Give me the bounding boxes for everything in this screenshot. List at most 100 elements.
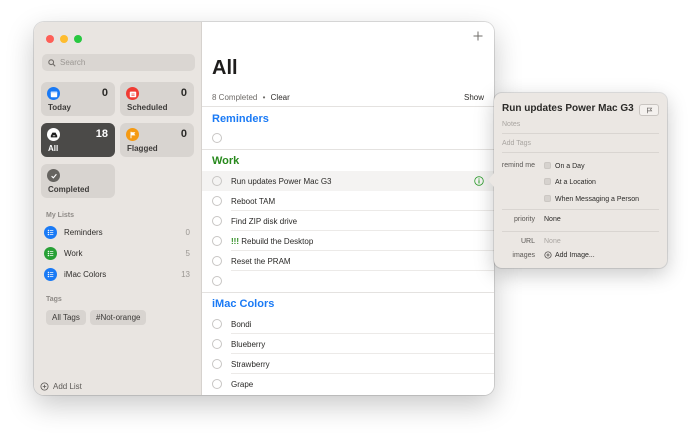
option-label: At a Location [555, 179, 596, 186]
flagged-count: 0 [180, 128, 187, 140]
task-row[interactable]: !!! Rebuild the Desktop [202, 231, 494, 251]
smart-list-flagged[interactable]: 0 Flagged [120, 123, 194, 157]
scheduled-label: Scheduled [127, 103, 168, 112]
list-name: Work [64, 248, 83, 258]
flagged-label: Flagged [127, 144, 158, 153]
flag-icon [126, 128, 139, 141]
clear-button[interactable]: Clear [271, 93, 290, 102]
task-row[interactable]: Blueberry [202, 334, 494, 354]
smart-list-all[interactable]: 18 All [41, 123, 115, 157]
task-title[interactable]: Find ZIP disk drive [231, 217, 297, 226]
checkbox[interactable] [544, 178, 551, 185]
plus-circle-icon [544, 251, 552, 259]
all-label: All [48, 144, 59, 153]
divider [502, 231, 659, 232]
sidebar-item-imac-colors[interactable]: iMac Colors 13 [44, 266, 194, 282]
add-image-button[interactable]: Add Image... [544, 251, 595, 259]
checkbox-circle[interactable] [212, 379, 222, 389]
list-count: 5 [185, 248, 190, 258]
calendar-icon [47, 87, 60, 100]
divider [502, 209, 659, 210]
smart-list-completed[interactable]: Completed [41, 164, 115, 198]
info-icon[interactable] [474, 176, 484, 186]
search-field[interactable] [42, 54, 195, 71]
notes-field[interactable]: Notes [502, 121, 520, 128]
flag-icon [646, 107, 652, 113]
priority-marker: !!! [231, 236, 239, 246]
completed-summary: 8 Completed • Clear [212, 93, 290, 102]
detail-title[interactable]: Run updates Power Mac G3 [502, 103, 634, 114]
task-title[interactable]: !!! Rebuild the Desktop [231, 237, 313, 246]
at-a-location-option[interactable]: At a Location [544, 178, 596, 186]
sidebar-item-work[interactable]: Work 5 [44, 245, 194, 261]
tag-not-orange[interactable]: #Not-orange [90, 310, 147, 325]
on-a-day-option[interactable]: On a Day [544, 162, 585, 170]
task-row[interactable]: Bondi [202, 314, 494, 334]
checkbox-circle[interactable] [212, 133, 222, 143]
remind-me-label: remind me [501, 162, 535, 169]
checkbox-circle[interactable] [212, 256, 222, 266]
checkbox-circle[interactable] [212, 319, 222, 329]
window-controls [46, 35, 82, 43]
priority-value[interactable]: None [544, 216, 561, 223]
smart-list-today[interactable]: 0 Today [41, 82, 115, 116]
checkbox-circle[interactable] [212, 196, 222, 206]
task-title[interactable]: Bondi [231, 320, 251, 329]
checkbox[interactable] [544, 162, 551, 169]
task-title[interactable]: Reset the PRAM [231, 257, 291, 266]
main-pane: All 8 Completed • Clear Show Reminders W… [202, 22, 494, 395]
group-title-work: Work [212, 155, 240, 167]
task-row[interactable]: Reset the PRAM [202, 251, 494, 271]
search-icon [48, 58, 56, 67]
flag-button[interactable] [639, 104, 659, 116]
new-reminder-row[interactable] [202, 128, 494, 148]
task-title[interactable]: Run updates Power Mac G3 [231, 177, 332, 186]
checkbox[interactable] [544, 195, 551, 202]
task-row[interactable]: Strawberry [202, 354, 494, 374]
today-label: Today [48, 103, 71, 112]
checkbox-circle[interactable] [212, 339, 222, 349]
task-row[interactable]: Find ZIP disk drive [202, 211, 494, 231]
zoom-window-button[interactable] [74, 35, 82, 43]
close-window-button[interactable] [46, 35, 54, 43]
images-label: images [512, 252, 535, 259]
checkbox-circle[interactable] [212, 216, 222, 226]
new-reminder-row[interactable] [202, 271, 494, 291]
page-title: All [212, 57, 238, 79]
tags-field[interactable]: Add Tags [502, 140, 531, 147]
checkbox-circle[interactable] [212, 176, 222, 186]
popover-arrow [488, 173, 494, 187]
list-name: Reminders [64, 227, 103, 237]
task-title[interactable]: Grape [231, 380, 253, 389]
show-button[interactable]: Show [464, 93, 484, 102]
add-reminder-button[interactable] [473, 29, 483, 44]
sidebar: 0 Today 0 Scheduled 18 All 0 Flagged [34, 22, 202, 395]
task-row[interactable]: Grape [202, 374, 494, 394]
smart-list-scheduled[interactable]: 0 Scheduled [120, 82, 194, 116]
task-title[interactable]: Reboot TAM [231, 197, 275, 206]
task-title[interactable]: Blueberry [231, 340, 265, 349]
search-input[interactable] [60, 58, 190, 67]
url-field[interactable]: None [544, 238, 561, 245]
divider [202, 149, 494, 150]
sidebar-item-reminders[interactable]: Reminders 0 [44, 224, 194, 240]
checkbox-circle[interactable] [212, 236, 222, 246]
completed-label: Completed [48, 185, 90, 194]
checkbox-circle[interactable] [212, 276, 222, 286]
task-row[interactable]: Run updates Power Mac G3 [202, 171, 494, 191]
reminders-window: 0 Today 0 Scheduled 18 All 0 Flagged [34, 22, 494, 395]
list-count: 13 [181, 269, 190, 279]
list-bullet-icon [44, 225, 57, 239]
when-messaging-option[interactable]: When Messaging a Person [544, 195, 639, 203]
divider [502, 133, 659, 134]
add-list-button[interactable]: Add List [40, 382, 82, 391]
option-label: On a Day [555, 163, 585, 170]
task-title[interactable]: Strawberry [231, 360, 270, 369]
group-title-imac-colors: iMac Colors [212, 298, 275, 310]
checkbox-circle[interactable] [212, 359, 222, 369]
task-row[interactable]: Reboot TAM [202, 191, 494, 211]
minimize-window-button[interactable] [60, 35, 68, 43]
group-title-reminders: Reminders [212, 113, 269, 125]
today-count: 0 [101, 87, 108, 99]
tag-all-tags[interactable]: All Tags [46, 310, 86, 325]
